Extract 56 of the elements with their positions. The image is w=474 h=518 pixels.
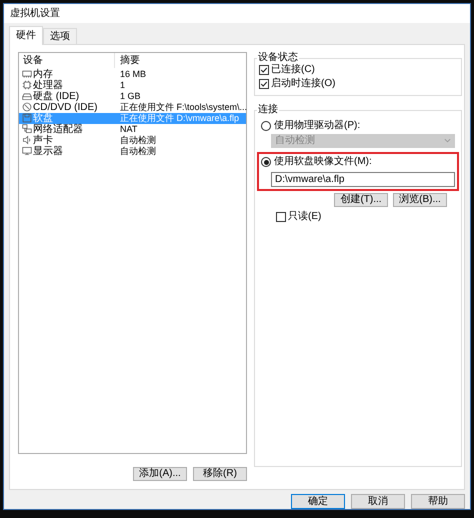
- button[interactable]: 确定: [291, 494, 345, 509]
- device-row[interactable]: CD/DVD (IDE) 正在使用文件 F:\tools\system\...: [19, 102, 246, 113]
- group-title: 连接: [257, 104, 279, 116]
- device-summary: 正在使用文件 F:\tools\system\...: [119, 102, 248, 113]
- device-summary: 16 MB: [119, 68, 146, 80]
- device-name: 软盘: [33, 112, 53, 124]
- device-summary: 正在使用文件 D:\vmware\a.flp: [119, 112, 240, 124]
- chevron-icon: [444, 138, 451, 144]
- radio-label: 使用软盘映像文件(M):: [274, 156, 372, 168]
- speaker-icon: [22, 135, 32, 146]
- device-name: 处理器: [33, 80, 63, 91]
- device-name: 声卡: [33, 134, 53, 146]
- checkbox-label: 启动时连接(O): [271, 78, 336, 90]
- checkbox-label: 只读(E): [288, 210, 322, 223]
- device-row[interactable]: 网络适配器 NAT: [19, 124, 246, 135]
- button[interactable]: 帮助: [411, 494, 465, 509]
- checkbox-label: 已连接(C): [271, 64, 315, 76]
- device-summary: 1: [119, 80, 126, 91]
- radio-button[interactable]: [261, 157, 271, 168]
- tab[interactable]: 选项: [43, 28, 77, 44]
- column-header: 摘要: [119, 54, 140, 68]
- device-name: CD/DVD (IDE): [33, 102, 98, 113]
- checkbox[interactable]: [276, 212, 286, 222]
- column-header: 设备: [19, 53, 115, 68]
- memory-icon: [22, 69, 32, 80]
- device-name: 显示器: [33, 146, 63, 157]
- tab[interactable]: 硬件: [9, 26, 43, 45]
- network-icon: [22, 124, 32, 134]
- button[interactable]: 浏览(B)...: [393, 192, 447, 207]
- device-summary: 自动检测: [119, 146, 156, 157]
- device-row[interactable]: 处理器 1: [19, 80, 246, 91]
- device-row[interactable]: 硬盘 (IDE) 1 GB: [19, 90, 246, 102]
- disc-icon: [22, 102, 32, 112]
- floppy-icon: [22, 113, 32, 124]
- device-name: 网络适配器: [33, 124, 83, 135]
- window-title: 虚拟机设置: [10, 6, 60, 21]
- checkbox[interactable]: [259, 78, 269, 89]
- device-name: 内存: [33, 68, 53, 80]
- button[interactable]: 移除(R): [193, 466, 247, 481]
- button[interactable]: 创建(T)...: [334, 192, 388, 207]
- radio-button[interactable]: [261, 121, 271, 132]
- radio-label: 使用物理驱动器(P):: [274, 120, 360, 132]
- file-path-field[interactable]: D:\vmware\a.flp: [271, 172, 455, 187]
- device-name: 硬盘 (IDE): [33, 90, 80, 102]
- device-summary: 1 GB: [119, 90, 141, 102]
- monitor-icon: [22, 146, 32, 156]
- device-summary: 自动检测: [119, 134, 156, 146]
- device-row[interactable]: 显示器 自动检测: [19, 146, 246, 157]
- device-summary: NAT: [119, 124, 138, 135]
- button[interactable]: 添加(A)...: [133, 466, 187, 481]
- device-row[interactable]: 声卡 自动检测: [19, 134, 246, 146]
- chip-icon: [22, 80, 32, 90]
- group-title: 设备状态: [257, 52, 299, 64]
- button[interactable]: 取消: [351, 494, 405, 509]
- device-row[interactable]: 内存 16 MB: [19, 68, 246, 80]
- checkbox[interactable]: [259, 64, 269, 75]
